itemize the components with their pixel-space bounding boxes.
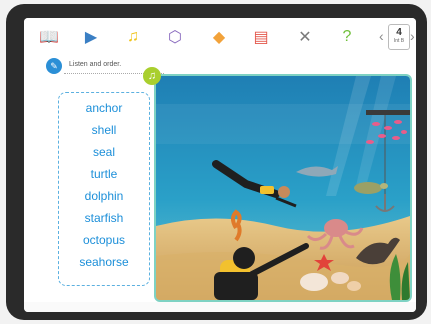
prev-page-icon[interactable]: ‹: [379, 28, 384, 44]
scene-illustration: [156, 76, 410, 300]
instruction-text: Listen and order.: [69, 61, 122, 68]
underwater-scene: [154, 74, 412, 302]
page-indicator[interactable]: 4 Int B: [388, 24, 410, 50]
word-item-anchor[interactable]: anchor: [59, 101, 149, 115]
boat-hull: [366, 110, 410, 115]
tablet-frame: 📖 ▶ ♫ ⬡ ◆ ▤ ✕ ? ‹ 4 Int B › ✎ Listen and…: [6, 4, 427, 320]
cube-icon[interactable]: ⬡: [164, 26, 186, 48]
word-list: anchor shell seal turtle dolphin starfis…: [58, 92, 150, 286]
bottom-bar: [24, 302, 416, 312]
video-icon[interactable]: ▶: [80, 26, 102, 48]
word-item-shell[interactable]: shell: [59, 123, 149, 137]
word-item-turtle[interactable]: turtle: [59, 167, 149, 181]
book-icon[interactable]: 📖: [38, 26, 60, 48]
eraser-icon[interactable]: ◆: [208, 26, 230, 48]
word-item-seal[interactable]: seal: [59, 145, 149, 159]
page-navigator: ‹ 4 Int B ›: [379, 22, 415, 52]
screen: 📖 ▶ ♫ ⬡ ◆ ▤ ✕ ? ‹ 4 Int B › ✎ Listen and…: [24, 18, 416, 312]
document-icon[interactable]: ▤: [250, 26, 272, 48]
word-item-dolphin[interactable]: dolphin: [59, 189, 149, 203]
word-item-octopus[interactable]: octopus: [59, 233, 149, 247]
help-icon[interactable]: ?: [336, 26, 358, 48]
pencil-icon: ✎: [46, 58, 62, 74]
page-number: 4: [396, 27, 402, 38]
tools-icon[interactable]: ✕: [294, 26, 316, 48]
word-item-starfish[interactable]: starfish: [59, 211, 149, 225]
music-icon[interactable]: ♫: [122, 26, 144, 48]
page-level: Int B: [393, 38, 405, 44]
toolbar: 📖 ▶ ♫ ⬡ ◆ ▤ ✕ ? ‹ 4 Int B ›: [24, 18, 416, 56]
word-item-seahorse[interactable]: seahorse: [59, 255, 149, 269]
play-audio-button[interactable]: ♫: [143, 67, 161, 85]
next-page-icon[interactable]: ›: [410, 28, 415, 44]
